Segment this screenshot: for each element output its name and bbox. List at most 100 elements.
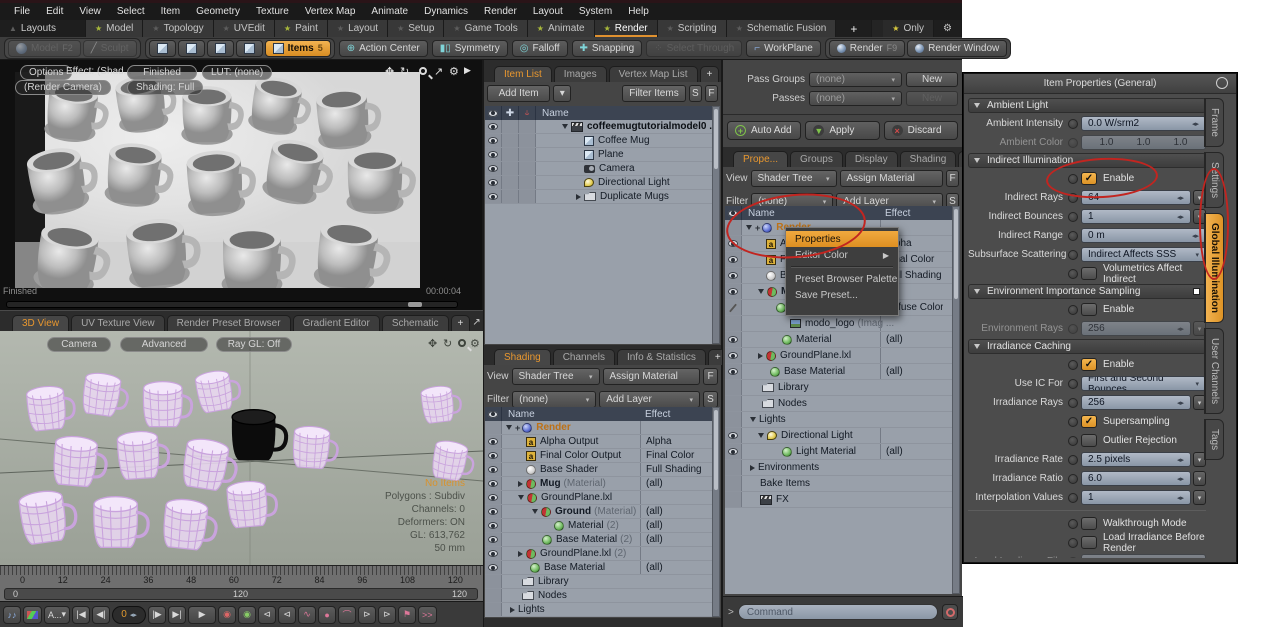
- visibility-eye-icon[interactable]: [488, 165, 498, 172]
- layout-tab-render[interactable]: ★Render: [595, 20, 658, 37]
- shader-row[interactable]: Material(all): [725, 332, 953, 348]
- visibility-eye-icon[interactable]: [488, 508, 498, 515]
- shader-row[interactable]: Bake Items: [725, 476, 953, 492]
- visibility-eye-icon[interactable]: [488, 452, 498, 459]
- shader-row[interactable]: GroundPlane.lxl: [725, 348, 953, 364]
- load-irradiance-checkbox[interactable]: [1081, 536, 1097, 549]
- window-menu-icon[interactable]: [1216, 77, 1228, 89]
- go-to-start-button[interactable]: |◀: [72, 606, 90, 624]
- visibility-eye-icon[interactable]: [488, 466, 498, 473]
- ambient-intensity-field[interactable]: 0.0 W/srm2◂▸: [1081, 116, 1206, 131]
- shader-row[interactable]: Base Material(2)(all): [485, 533, 720, 547]
- refresh-icon[interactable]: ↻: [400, 65, 409, 78]
- layouts-popup[interactable]: ▲Layouts: [0, 20, 86, 37]
- pose-tool-button[interactable]: ⌒: [338, 606, 356, 624]
- visibility-eye-icon[interactable]: [728, 432, 738, 439]
- channel-dot[interactable]: [1068, 174, 1078, 184]
- irradiance-ratio-dropdown[interactable]: ▾: [1193, 471, 1206, 486]
- visibility-eye-icon[interactable]: [488, 494, 498, 501]
- channel-dot[interactable]: [1068, 305, 1078, 315]
- channel-dot[interactable]: [1068, 538, 1078, 548]
- load-irradiance-file-field[interactable]: [1081, 554, 1206, 558]
- side-tab-user-channels[interactable]: User Channels: [1204, 328, 1224, 414]
- channel-dot[interactable]: [1068, 379, 1078, 389]
- magnify-icon[interactable]: [419, 67, 427, 75]
- refresh-icon[interactable]: ↻: [443, 337, 452, 350]
- layout-tab-animate[interactable]: ★Animate: [528, 20, 595, 37]
- collapsed-triangle[interactable]: [576, 194, 581, 200]
- side-tab-settings[interactable]: Settings: [1204, 152, 1224, 208]
- menu-geometry[interactable]: Geometry: [188, 6, 248, 17]
- menu-view[interactable]: View: [71, 6, 109, 17]
- preview-camera-dropdown[interactable]: (Render Camera): [15, 80, 111, 95]
- visibility-eye-icon[interactable]: [488, 137, 498, 144]
- visibility-eye-icon[interactable]: [728, 240, 738, 247]
- next-keyframe-button[interactable]: ⊲: [278, 606, 296, 624]
- channel-dot[interactable]: [1068, 119, 1078, 129]
- shader-row[interactable]: Directional Light: [725, 428, 953, 444]
- shader-row[interactable]: Library: [485, 575, 720, 589]
- shader-row[interactable]: Base ShaderFull Shading: [485, 463, 720, 477]
- channel-dot[interactable]: [1068, 417, 1078, 427]
- visibility-eye-icon[interactable]: [488, 179, 498, 186]
- context-menu-editor-color[interactable]: Editor Color▶: [786, 247, 898, 263]
- menu-edit[interactable]: Edit: [38, 6, 71, 17]
- pan-icon[interactable]: ✥: [428, 337, 437, 350]
- visibility-eye-icon[interactable]: [728, 448, 738, 455]
- sculpt-mode-button[interactable]: ╱Sculpt: [83, 40, 137, 57]
- section-env-importance-sampling[interactable]: Environment Importance Sampling: [968, 284, 1206, 299]
- item-row-duplicate-mugs[interactable]: Duplicate Mugs: [485, 190, 720, 204]
- layout-tab-uvedit[interactable]: ★UVEdit: [214, 20, 275, 37]
- visibility-eye-icon[interactable]: [488, 550, 498, 557]
- context-menu-save-preset[interactable]: Save Preset...: [786, 287, 898, 303]
- filter-dropdown[interactable]: (none)▾: [512, 391, 596, 408]
- volumetrics-checkbox[interactable]: [1081, 267, 1097, 280]
- channel-dot[interactable]: [1068, 519, 1078, 529]
- tab-schematic[interactable]: Schematic: [382, 315, 449, 331]
- viewport-raygl-dropdown[interactable]: Ray GL: Off: [216, 337, 292, 352]
- shader-row[interactable]: +Render: [485, 421, 720, 435]
- apply-button[interactable]: ▼Apply: [805, 121, 879, 140]
- item-list-scrollbar[interactable]: [712, 106, 720, 344]
- f-filter-button[interactable]: F: [705, 85, 718, 102]
- select-through-button[interactable]: ⁘Select Through: [646, 40, 742, 57]
- workplane-button[interactable]: ⌐WorkPlane: [746, 40, 821, 57]
- item-properties-title-bar[interactable]: Item Properties (General): [964, 74, 1236, 94]
- channel-dot[interactable]: [1068, 474, 1078, 484]
- ambient-color-field[interactable]: 1.01.01.0: [1081, 135, 1206, 150]
- jump-next-button[interactable]: ⊳: [358, 606, 376, 624]
- shader-row[interactable]: GroundPlane.lxl(2): [485, 547, 720, 561]
- tab-gradient-editor[interactable]: Gradient Editor: [293, 315, 380, 331]
- shader-row[interactable]: Base Material(all): [725, 364, 953, 380]
- shader-row[interactable]: Light Material(all): [725, 444, 953, 460]
- gear-icon[interactable]: ⚙: [449, 65, 459, 78]
- menu-dynamics[interactable]: Dynamics: [416, 6, 476, 17]
- add-item-button[interactable]: Add Item: [487, 85, 550, 102]
- menu-layout[interactable]: Layout: [525, 6, 571, 17]
- symmetry-button[interactable]: ▮▯Symmetry: [432, 40, 508, 57]
- visibility-eye-icon[interactable]: [488, 480, 498, 487]
- walkthrough-checkbox[interactable]: [1081, 517, 1097, 530]
- layout-tab-schematic-fusion[interactable]: ★Schematic Fusion: [727, 20, 837, 37]
- tab-3d-view[interactable]: 3D View: [12, 315, 69, 331]
- channel-dot[interactable]: [1068, 436, 1078, 446]
- shader-row[interactable]: Ground(Material)(all): [485, 505, 720, 519]
- command-input[interactable]: Command: [738, 604, 938, 620]
- context-menu-preset-browser-palette[interactable]: Preset Browser Palette: [786, 271, 898, 287]
- current-frame-field[interactable]: 0◂▸: [112, 606, 146, 624]
- shader-row[interactable]: Environments: [725, 460, 953, 476]
- action-center-button[interactable]: ⊕Action Center: [339, 40, 428, 57]
- panel-arrow-icon[interactable]: ▶: [464, 65, 471, 76]
- item-row-camera[interactable]: Camera: [485, 162, 720, 176]
- auto-add-button[interactable]: +Auto Add: [727, 121, 801, 140]
- layout-tab-layout[interactable]: ★Layout: [328, 20, 388, 37]
- channel-dot[interactable]: [1068, 193, 1078, 203]
- channel-dot[interactable]: [1068, 557, 1078, 559]
- outlier-rejection-checkbox[interactable]: [1081, 434, 1097, 447]
- viewport-3d[interactable]: Camera Advanced Ray GL: Off ✥ ↻ ⚙ No Ite…: [0, 331, 483, 565]
- tab-shading[interactable]: Shading: [494, 349, 551, 365]
- falloff-button[interactable]: ◎Falloff: [512, 40, 568, 57]
- environment-rays-field[interactable]: 256◂▸: [1081, 321, 1191, 336]
- shader-row[interactable]: GroundPlane.lxl: [485, 491, 720, 505]
- visibility-eye-icon[interactable]: [488, 564, 498, 571]
